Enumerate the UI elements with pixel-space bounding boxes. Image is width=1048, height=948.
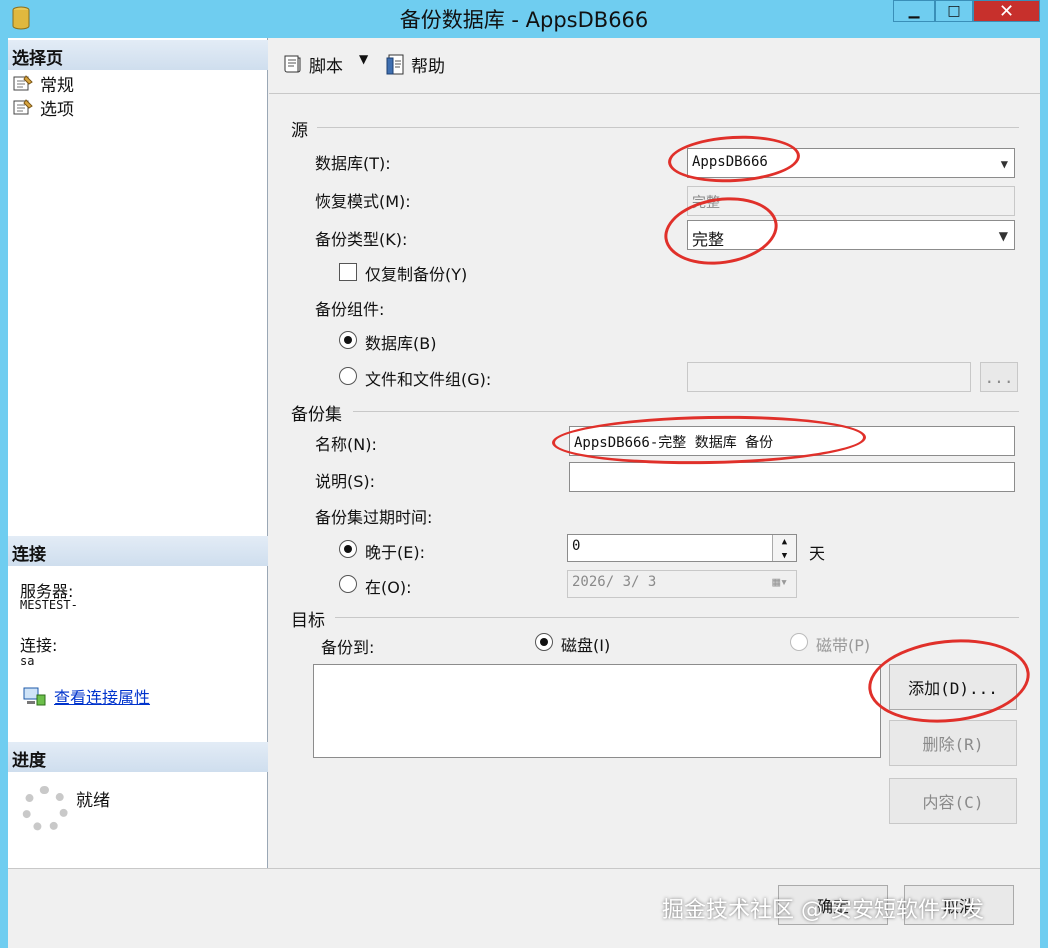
recovery-model-label: 恢复模式(M): — [315, 192, 411, 211]
source-group-title: 源 — [291, 121, 308, 141]
help-label: 帮助 — [411, 57, 445, 77]
filegroup-field — [687, 362, 971, 392]
component-database-radio[interactable] — [339, 331, 357, 349]
server-properties-icon — [23, 687, 46, 706]
backup-type-label: 备份类型(K): — [315, 230, 408, 249]
select-page-header: 选择页 — [8, 40, 268, 70]
copy-only-checkbox[interactable] — [339, 263, 357, 281]
progress-spinner-icon — [22, 786, 68, 832]
backup-type-dropdown[interactable]: 完整 ▼ — [687, 220, 1015, 250]
add-destination-button[interactable]: 添加(D)... — [889, 664, 1017, 710]
backup-type-value: 完整 — [692, 230, 725, 249]
backup-name-input[interactable]: AppsDB666-完整 数据库 备份 — [569, 426, 1015, 456]
contents-button[interactable]: 内容(C) — [889, 778, 1017, 824]
destination-group-title: 目标 — [291, 611, 325, 631]
backup-name-label: 名称(N): — [315, 435, 377, 454]
tape-radio — [790, 633, 808, 651]
expire-label: 备份集过期时间: — [315, 508, 433, 527]
expire-days-value: 0 — [572, 538, 581, 554]
chevron-down-icon: ▼ — [998, 229, 1008, 243]
script-button[interactable]: 脚本 — [281, 52, 343, 77]
nav-item-general[interactable]: 常规 — [12, 72, 74, 96]
server-value: MESTEST- — [20, 598, 78, 612]
connection-label: 连接: — [20, 636, 58, 655]
database-label: 数据库(T): — [315, 154, 391, 173]
remove-destination-button[interactable]: 删除(R) — [889, 720, 1017, 766]
view-connection-properties-text: 查看连接属性 — [54, 688, 151, 707]
nav-label: 选项 — [40, 99, 74, 120]
expire-on-radio[interactable] — [339, 575, 357, 593]
nav-item-options[interactable]: 选项 — [12, 96, 74, 120]
source-group-divider — [317, 127, 1019, 128]
maximize-button[interactable]: □ — [935, 0, 973, 22]
expire-date-picker: 2026/ 3/ 3 ▦▾ — [567, 570, 797, 598]
disk-radio[interactable] — [535, 633, 553, 651]
backup-set-group-title: 备份集 — [291, 405, 342, 425]
database-value: AppsDB666 — [692, 154, 768, 170]
watermark-text: 掘金技术社区 @ 安安短软件开发 — [662, 898, 984, 923]
expire-after-label: 晚于(E): — [365, 543, 425, 562]
nav-label: 常规 — [40, 75, 74, 96]
backup-name-value: AppsDB666-完整 数据库 备份 — [574, 435, 774, 451]
left-pane: 选择页 常规 选项 连接 服务器: MESTEST- 连接: sa 查看连接属性… — [8, 38, 268, 868]
expire-days-unit: 天 — [809, 544, 826, 563]
recovery-model-value: 完整 — [692, 195, 720, 211]
destination-group-divider — [335, 617, 1019, 618]
recovery-model-field: 完整 — [687, 186, 1015, 216]
component-files-radio[interactable] — [339, 367, 357, 385]
component-database-label: 数据库(B) — [365, 334, 437, 353]
progress-status: 就绪 — [76, 791, 110, 811]
progress-header: 进度 — [8, 742, 268, 772]
title-bar[interactable]: 备份数据库 - AppsDB666 ▁ □ ✕ — [0, 0, 1048, 38]
disk-label: 磁盘(I) — [561, 636, 611, 655]
help-book-icon — [386, 54, 404, 74]
minimize-button[interactable]: ▁ — [893, 0, 935, 22]
page-settings-icon — [13, 75, 33, 91]
database-dropdown[interactable]: AppsDB666 ▼ — [687, 148, 1015, 178]
description-label: 说明(S): — [315, 472, 376, 491]
tape-label: 磁带(P) — [816, 636, 871, 655]
script-dropdown-arrow-icon[interactable]: ▼ — [359, 52, 368, 66]
backup-set-group-divider — [353, 411, 1019, 412]
view-connection-properties-link[interactable]: 查看连接属性 — [22, 684, 150, 708]
toolbar: 脚本 ▼ 帮助 — [269, 38, 1040, 94]
browse-filegroup-button[interactable]: ... — [980, 362, 1018, 392]
connection-value: sa — [20, 654, 35, 668]
script-label: 脚本 — [309, 57, 343, 77]
help-button[interactable]: 帮助 — [385, 52, 445, 77]
expire-date-value: 2026/ 3/ 3 — [572, 574, 657, 590]
calendar-icon: ▦▾ — [772, 575, 788, 590]
close-button[interactable]: ✕ — [973, 0, 1040, 22]
page-settings-icon — [13, 99, 33, 115]
connection-header: 连接 — [8, 536, 268, 566]
chevron-down-icon: ▼ — [1000, 157, 1008, 171]
backup-component-label: 备份组件: — [315, 300, 385, 319]
stepper-arrows-icon[interactable]: ▲ ▼ — [772, 535, 796, 561]
expire-days-stepper[interactable]: 0 ▲ ▼ — [567, 534, 797, 562]
copy-only-label: 仅复制备份(Y) — [365, 265, 468, 284]
window-title: 备份数据库 - AppsDB666 — [399, 8, 649, 32]
expire-after-radio[interactable] — [339, 540, 357, 558]
backup-to-label: 备份到: — [321, 638, 375, 657]
right-pane: 脚本 ▼ 帮助 源 数据库(T): AppsDB666 ▼ 恢复模式(M): 完… — [269, 38, 1040, 868]
description-input[interactable] — [569, 462, 1015, 492]
component-files-label: 文件和文件组(G): — [365, 370, 492, 389]
destination-list[interactable] — [313, 664, 881, 758]
script-scroll-icon — [284, 55, 301, 72]
expire-on-label: 在(O): — [365, 578, 412, 597]
